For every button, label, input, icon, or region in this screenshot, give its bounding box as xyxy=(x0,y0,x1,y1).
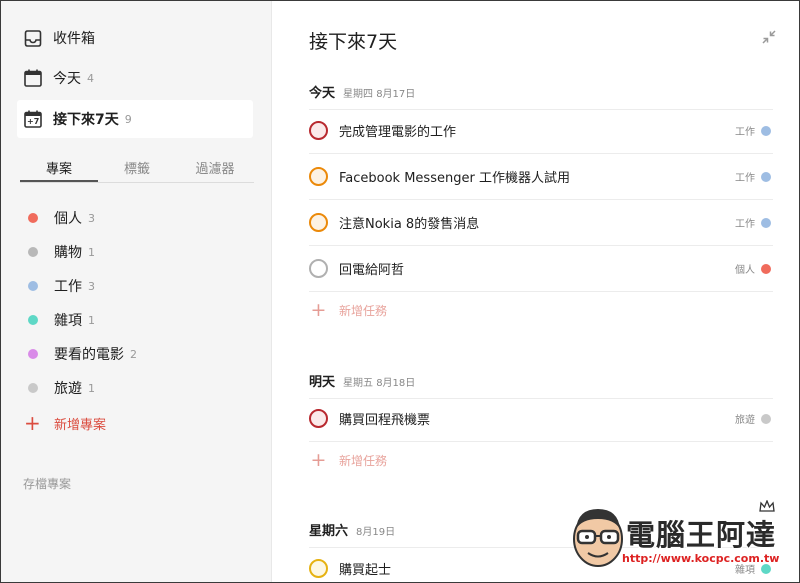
task-project-label: 工作 xyxy=(735,127,755,138)
nav-today-count: 4 xyxy=(87,71,94,85)
project-color-dot xyxy=(28,315,38,325)
section-date: 星期五 8月18日 xyxy=(343,378,416,389)
tab-projects[interactable]: 專案 xyxy=(20,159,98,182)
project-color-dot xyxy=(28,349,38,359)
plus-icon: + xyxy=(24,411,41,435)
project-item-travel[interactable]: 旅遊 1 xyxy=(23,377,253,399)
section-date: 星期四 8月17日 xyxy=(343,89,416,100)
task-title[interactable]: 購買回程飛機票 xyxy=(339,409,735,428)
project-label: 雜項 xyxy=(54,313,82,329)
sidebar: 收件箱 今天 4 +7 接下來7天 9 專案 標籤 過濾器 個人 3 購物 1 … xyxy=(1,1,272,582)
project-color-dot xyxy=(28,281,38,291)
task-project-dot xyxy=(761,125,771,136)
project-label: 個人 xyxy=(54,211,82,227)
add-task-button[interactable]: + 新增任務 xyxy=(309,301,387,320)
task-project-label: 工作 xyxy=(735,219,755,230)
mascot-face-icon xyxy=(573,509,623,567)
task-project-dot xyxy=(761,263,771,274)
watermark: 電腦王阿達 http://www.kocpc.com.tw xyxy=(566,498,796,578)
nav-today-label: 今天 xyxy=(53,71,81,87)
project-label: 旅遊 xyxy=(54,381,82,397)
task-row[interactable]: Facebook Messenger 工作機器人試用 工作 xyxy=(309,154,773,200)
task-project-label: 個人 xyxy=(735,265,755,276)
project-count: 1 xyxy=(88,381,95,395)
project-label: 購物 xyxy=(54,245,82,261)
plus-icon: + xyxy=(310,299,327,321)
main-content: 接下來7天 今天 星期四 8月17日 完成管理電影的工作 工作 Facebook… xyxy=(273,1,799,582)
sidebar-tabs: 專案 標籤 過濾器 xyxy=(20,159,254,183)
project-label: 工作 xyxy=(54,279,82,295)
section-day: 明天 xyxy=(309,375,336,390)
task-checkbox[interactable] xyxy=(309,121,328,140)
nav-inbox[interactable]: 收件箱 xyxy=(17,19,253,57)
nav-next-7-days-count: 9 xyxy=(124,112,132,126)
watermark-text: 電腦王阿達 xyxy=(626,518,777,552)
project-color-dot xyxy=(28,247,38,257)
task-project-label: 工作 xyxy=(735,173,755,184)
calendar-icon xyxy=(23,68,43,88)
project-item-misc[interactable]: 雜項 1 xyxy=(23,309,253,331)
section-day: 今天 xyxy=(309,86,336,101)
project-item-movies[interactable]: 要看的電影 2 xyxy=(23,343,253,365)
project-count: 1 xyxy=(88,245,95,259)
task-project-dot xyxy=(761,217,771,228)
plus-icon: + xyxy=(310,449,327,471)
section-day: 星期六 xyxy=(309,524,349,539)
task-row[interactable]: 注意Nokia 8的發售消息 工作 xyxy=(309,200,773,246)
collapse-icon[interactable] xyxy=(761,29,777,45)
project-color-dot xyxy=(28,213,38,223)
task-checkbox[interactable] xyxy=(309,213,328,232)
project-count: 3 xyxy=(88,211,95,225)
tab-labels[interactable]: 標籤 xyxy=(98,159,176,182)
task-checkbox[interactable] xyxy=(309,559,328,578)
task-title[interactable]: 注意Nokia 8的發售消息 xyxy=(339,213,735,232)
add-task-label: 新增任務 xyxy=(339,454,388,468)
add-task-label: 新增任務 xyxy=(339,304,388,318)
task-project-label: 旅遊 xyxy=(735,415,755,426)
calendar-plus7-text: +7 xyxy=(27,117,40,126)
page-title: 接下來7天 xyxy=(309,31,398,53)
task-checkbox[interactable] xyxy=(309,259,328,278)
task-row[interactable]: 回電給阿哲 個人 xyxy=(309,246,773,292)
task-title[interactable]: 回電給阿哲 xyxy=(339,259,735,278)
project-color-dot xyxy=(28,383,38,393)
task-project-dot xyxy=(761,413,771,424)
add-project-button[interactable]: + 新增專案 xyxy=(23,413,106,433)
add-task-button[interactable]: + 新增任務 xyxy=(309,451,387,470)
section-date: 8月19日 xyxy=(356,527,396,538)
tab-filters[interactable]: 過濾器 xyxy=(176,159,254,182)
task-checkbox[interactable] xyxy=(309,167,328,186)
project-count: 2 xyxy=(130,347,137,361)
task-row[interactable]: 購買回程飛機票 旅遊 xyxy=(309,396,773,442)
watermark-url: http://www.kocpc.com.tw xyxy=(622,552,780,565)
nav-today[interactable]: 今天 4 xyxy=(17,59,253,97)
project-count: 1 xyxy=(88,313,95,327)
task-row[interactable]: 完成管理電影的工作 工作 xyxy=(309,108,773,154)
project-label: 要看的電影 xyxy=(54,347,124,363)
crown-icon xyxy=(759,500,775,512)
section-header-tomorrow: 明天 星期五 8月18日 xyxy=(309,371,773,399)
task-checkbox[interactable] xyxy=(309,409,328,428)
calendar-plus7-icon: +7 xyxy=(23,109,43,129)
task-project-dot xyxy=(761,171,771,182)
section-header-today: 今天 星期四 8月17日 xyxy=(309,82,773,110)
archived-projects-link[interactable]: 存檔專案 xyxy=(23,475,71,492)
task-title[interactable]: Facebook Messenger 工作機器人試用 xyxy=(339,167,735,186)
project-item-shopping[interactable]: 購物 1 xyxy=(23,241,253,263)
add-project-label: 新增專案 xyxy=(54,417,107,433)
inbox-icon xyxy=(23,28,43,48)
nav-inbox-label: 收件箱 xyxy=(53,31,95,47)
nav-next-7-days[interactable]: +7 接下來7天 9 xyxy=(17,100,253,138)
nav-next-7-days-label: 接下來7天 xyxy=(53,112,119,128)
project-item-personal[interactable]: 個人 3 xyxy=(23,207,253,229)
project-item-work[interactable]: 工作 3 xyxy=(23,275,253,297)
project-count: 3 xyxy=(88,279,95,293)
task-title[interactable]: 完成管理電影的工作 xyxy=(339,121,735,140)
